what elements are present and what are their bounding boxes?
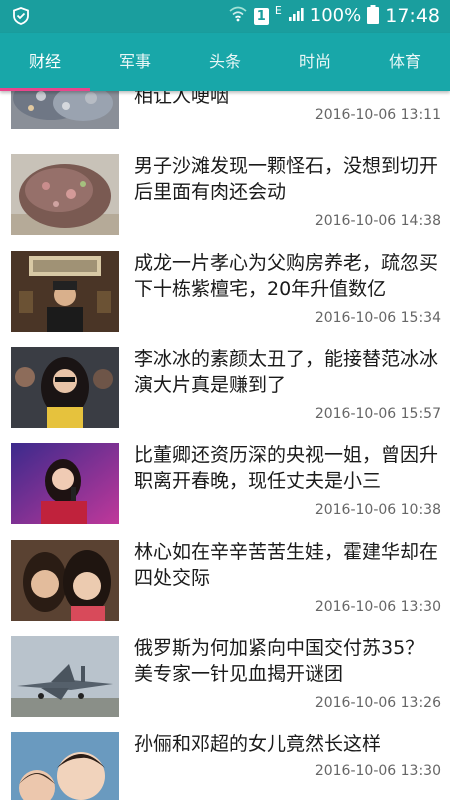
tab-fashion[interactable]: 时尚 [270,33,360,91]
news-title: 林心如在辛辛苦苦生娃，霍建华却在四处交际 [134,541,438,589]
children-photo [11,732,119,800]
battery-percent: 100% [309,5,362,26]
news-item[interactable]: 李冰冰的素颜太丑了，能接替范冰冰演大片真是赚到了 2016-10-06 15:5… [0,346,450,442]
tab-headlines[interactable]: 头条 [180,33,270,91]
cctv-host-photo [11,443,119,524]
news-title: 孙俪和邓超的女儿竟然长这样 [134,733,382,755]
wifi-icon [228,6,248,26]
news-item[interactable]: 相让人哽咽 2016-10-06 13:11 [0,91,450,143]
couple-selfie-photo [11,540,119,621]
signal-icon [288,6,304,26]
news-time: 2016-10-06 10:38 [314,502,441,518]
clock: 17:48 [385,5,440,27]
battery-icon [367,4,380,28]
tab-military[interactable]: 军事 [90,33,180,91]
li-bingbing-photo [11,347,119,428]
news-title: 比董卿还资历深的央视一姐，曾因升职离开春晚，现任丈夫是小三 [134,444,438,492]
news-title: 俄罗斯为何加紧向中国交付苏35？美专家一针见血揭开谜团 [134,637,425,685]
news-item[interactable]: 成龙一片孝心为父购房养老，疏忽买下十栋紫檀宅，20年升值数亿 2016-10-0… [0,250,450,346]
network-type-label: E [274,4,282,17]
tab-sports[interactable]: 体育 [360,33,450,91]
news-time: 2016-10-06 15:57 [314,406,441,422]
news-time: 2016-10-06 15:34 [314,310,441,326]
news-title: 成龙一片孝心为父购房养老，疏忽买下十栋紫檀宅，20年升值数亿 [134,252,438,300]
category-tab-bar: 财经 军事 头条 时尚 体育 [0,33,450,91]
news-time: 2016-10-06 13:26 [314,695,441,711]
news-list: 相让人哽咽 2016-10-06 13:11 男子沙滩发现一颗怪石，没想到切开后… [0,91,450,800]
news-item[interactable]: 孙俪和邓超的女儿竟然长这样 2016-10-06 13:30 [0,731,450,800]
news-title: 李冰冰的素颜太丑了，能接替范冰冰演大片真是赚到了 [134,348,438,396]
news-title: 男子沙滩发现一颗怪石，没想到切开后里面有肉还会动 [134,155,438,203]
stone-pile-photo [11,91,119,129]
jackie-chan-photo [11,251,119,332]
shield-icon [12,7,30,29]
news-time: 2016-10-06 14:38 [314,213,441,229]
news-item[interactable]: 男子沙滩发现一颗怪石，没想到切开后里面有肉还会动 2016-10-06 14:3… [0,153,450,249]
sim-badge-icon: 1 [253,7,269,25]
news-time: 2016-10-06 13:11 [314,107,441,123]
news-item[interactable]: 俄罗斯为何加紧向中国交付苏35？美专家一针见血揭开谜团 2016-10-06 1… [0,635,450,731]
odd-rock-photo [11,154,119,235]
news-time: 2016-10-06 13:30 [314,599,441,615]
news-time: 2016-10-06 13:30 [314,763,441,779]
news-item[interactable]: 林心如在辛辛苦苦生娃，霍建华却在四处交际 2016-10-06 13:30 [0,539,450,635]
status-bar: 1 E 100% 17:48 [0,0,450,33]
fighter-jet-photo [11,636,119,717]
tab-finance[interactable]: 财经 [0,33,90,91]
news-item[interactable]: 比董卿还资历深的央视一姐，曾因升职离开春晚，现任丈夫是小三 2016-10-06… [0,442,450,538]
